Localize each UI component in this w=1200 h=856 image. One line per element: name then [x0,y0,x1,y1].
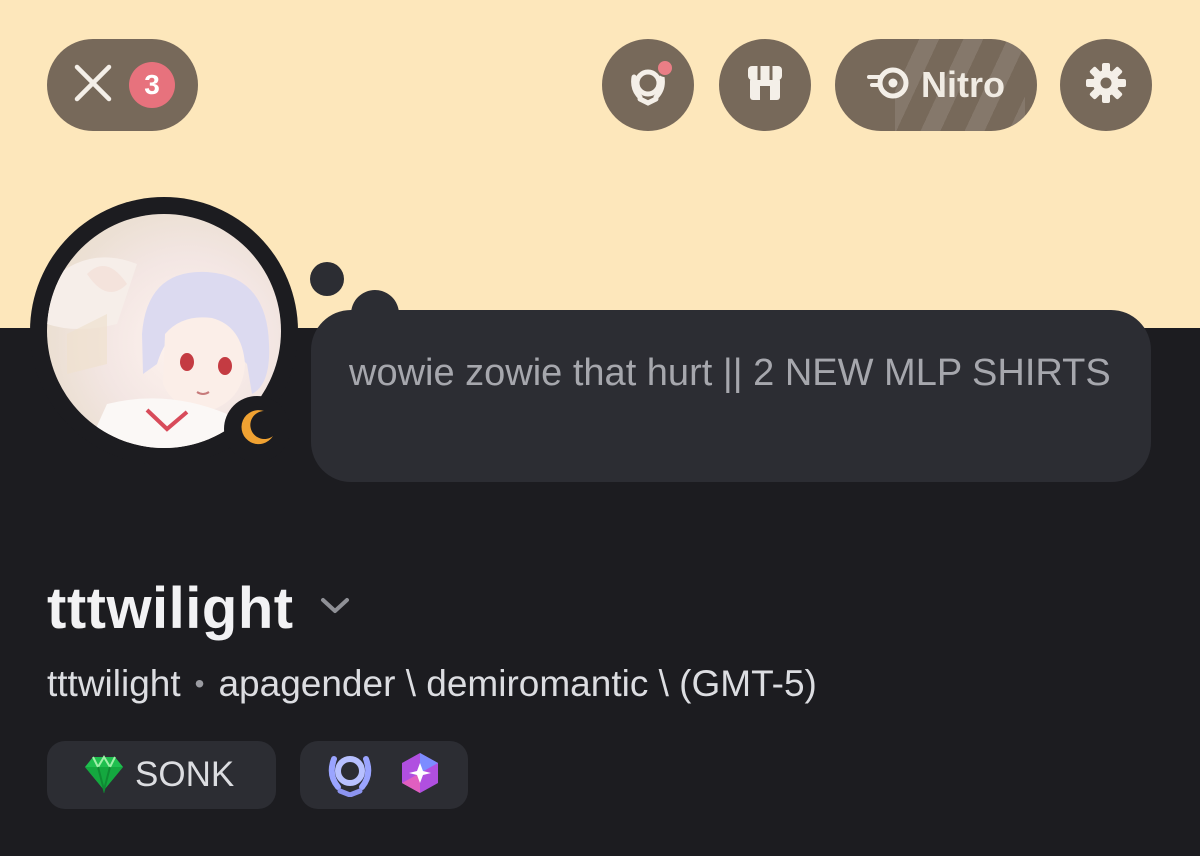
chevron-down-icon[interactable] [318,595,352,622]
thought-bubble-dot-small [310,262,344,296]
server-tag-label: SONK [135,755,235,794]
separator-dot: • [194,668,205,699]
profile-subtitle: tttwilight • apagender \ demiromantic \ … [47,663,817,705]
shop-icon [742,60,788,111]
custom-status-bubble[interactable]: wowie zowie that hurt || 2 NEW MLP SHIRT… [311,310,1151,482]
gear-icon [1083,60,1129,111]
server-tag-chip[interactable]: SONK [47,741,276,809]
display-name-row[interactable]: tttwilight [47,575,352,642]
nitro-label: Nitro [921,64,1005,105]
pronouns-bio: apagender \ demiromantic \ (GMT-5) [218,663,817,704]
quest-badge-icon[interactable] [322,749,378,802]
username: tttwilight [47,663,181,704]
profile-badges [300,741,468,809]
emerald-gem-icon [81,753,127,798]
display-name: tttwilight [47,576,294,641]
close-icon [71,61,115,110]
nitro-button[interactable]: Nitro [835,39,1037,131]
settings-button[interactable] [1060,39,1152,131]
new-quest-indicator [656,59,674,77]
quests-button[interactable] [602,39,694,131]
idle-moon-icon [236,406,278,453]
shop-button[interactable] [719,39,811,131]
nitro-icon [867,63,911,108]
presence-indicator [224,396,290,462]
notification-count-badge: 3 [129,62,175,108]
nitro-gem-badge-icon[interactable] [398,751,442,800]
close-button[interactable]: 3 [47,39,198,131]
custom-status-text: wowie zowie that hurt || 2 NEW MLP SHIRT… [349,352,1111,394]
